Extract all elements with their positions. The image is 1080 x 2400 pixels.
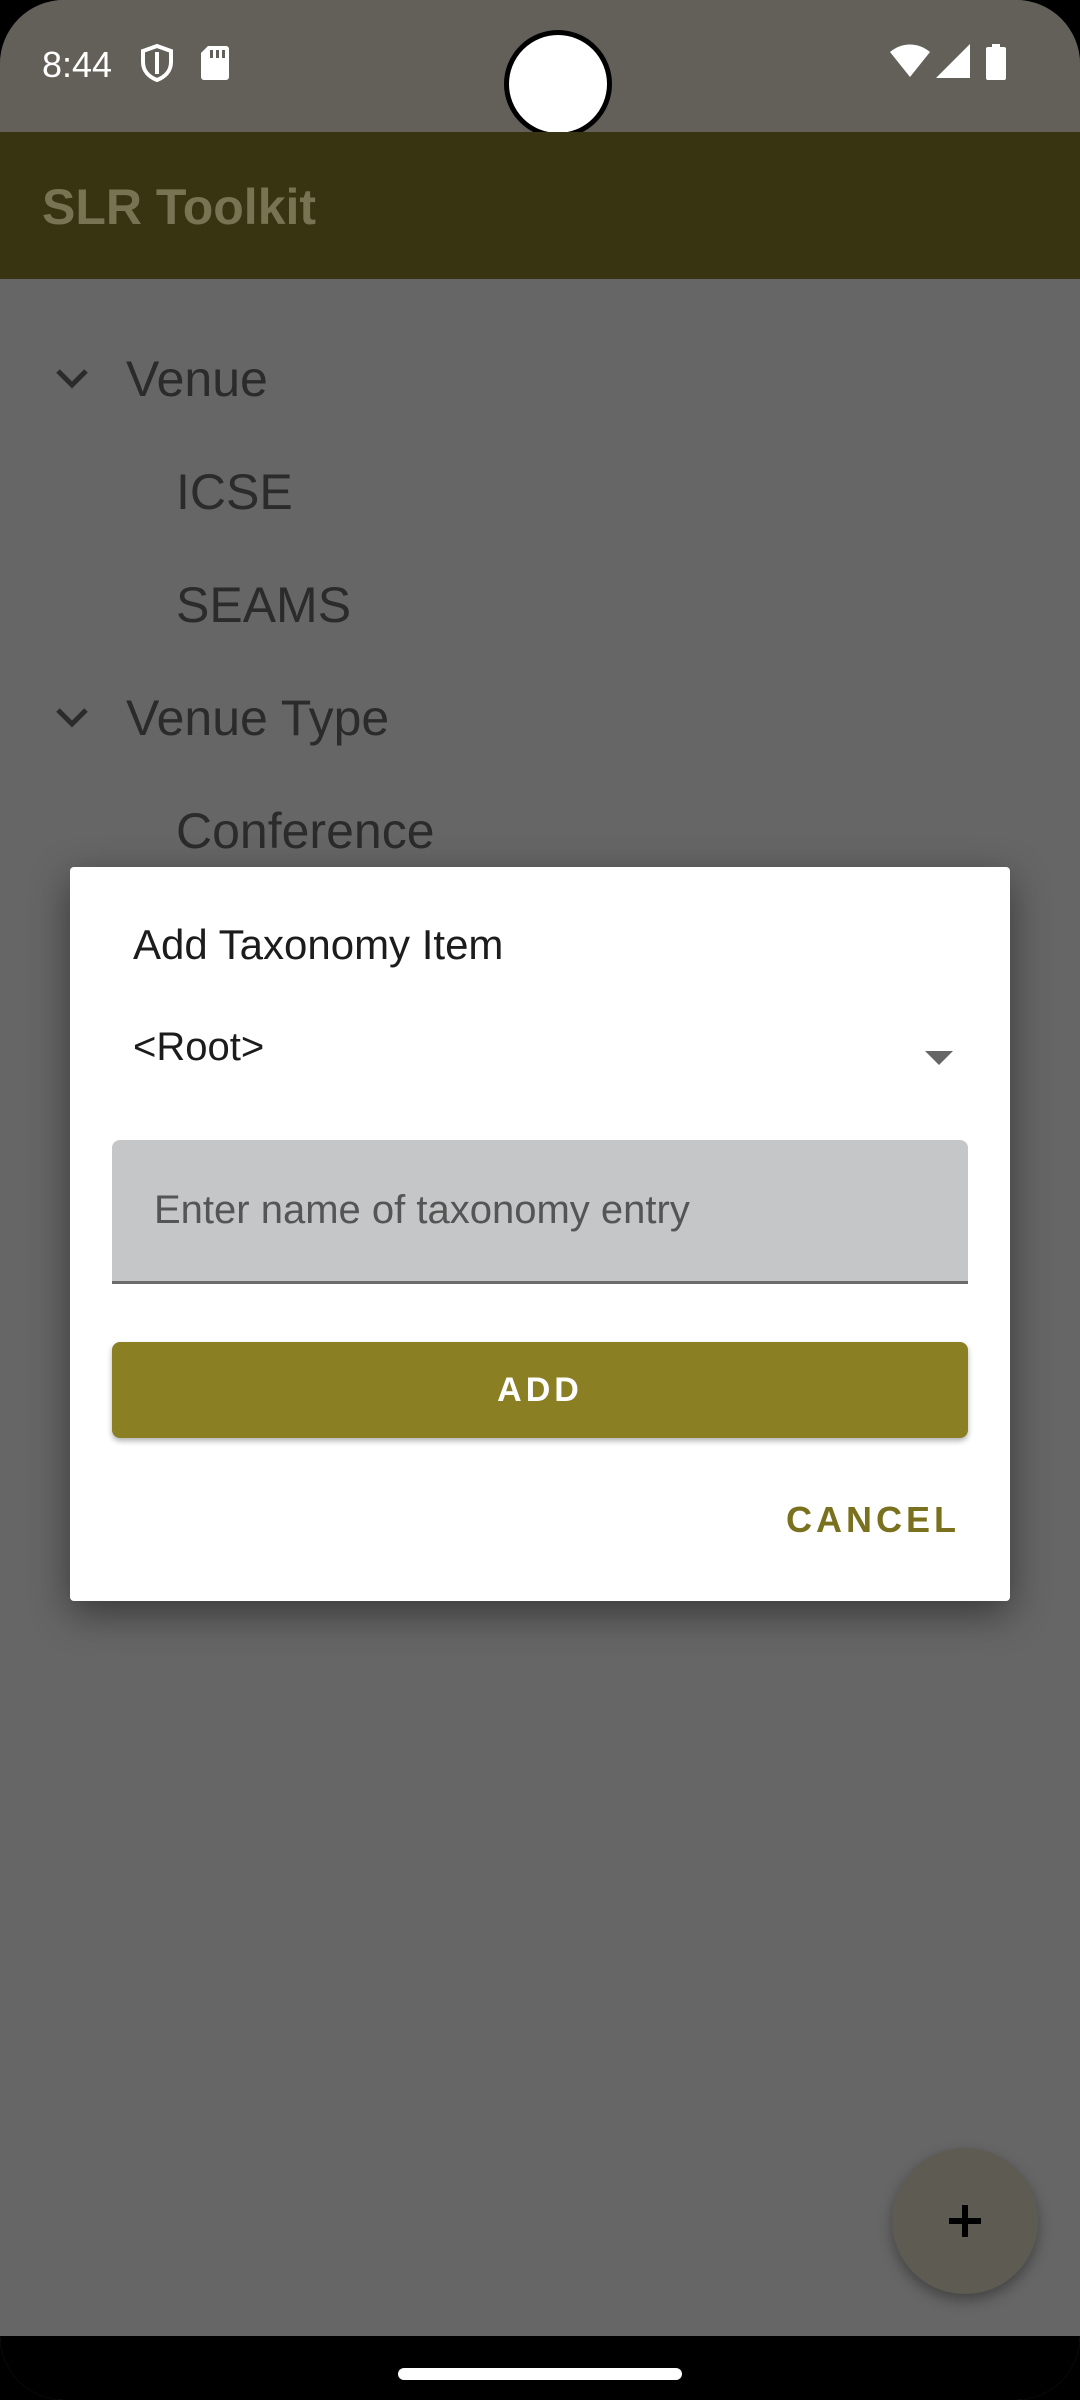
- home-handle[interactable]: [398, 2368, 682, 2380]
- parent-select[interactable]: <Root>: [133, 1017, 963, 1097]
- dropdown-arrow-icon: [925, 1051, 953, 1065]
- parent-select-value: <Root>: [133, 1025, 265, 1069]
- taxonomy-name-field: [112, 1140, 968, 1284]
- dialog-title: Add Taxonomy Item: [133, 921, 504, 968]
- add-taxonomy-dialog: Add Taxonomy Item <Root> ADD CANCEL: [70, 867, 1010, 1601]
- screen: 8:44 SLR Toolkit Venue ICSE SEAMS Venue …: [0, 0, 1080, 2400]
- taxonomy-name-input[interactable]: [112, 1140, 968, 1281]
- cancel-button[interactable]: CANCEL: [786, 1499, 960, 1541]
- add-button[interactable]: ADD: [112, 1342, 968, 1438]
- navigation-bar: [0, 2336, 1080, 2400]
